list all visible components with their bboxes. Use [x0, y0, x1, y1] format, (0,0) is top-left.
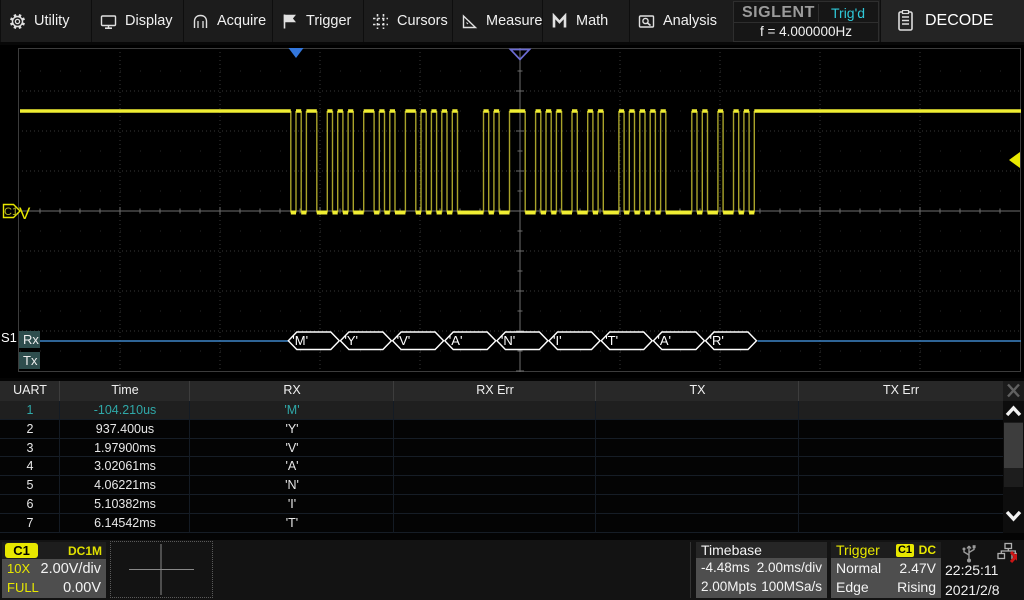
svg-text:'I': 'I': [553, 333, 562, 348]
svg-text:'Y': 'Y': [344, 333, 358, 348]
svg-text:S1: S1: [1, 330, 17, 345]
svg-text:Rx: Rx: [23, 332, 39, 347]
svg-text:'A': 'A': [449, 333, 463, 348]
svg-text:'N': 'N': [501, 333, 515, 348]
svg-text:'V': 'V': [397, 333, 411, 348]
svg-text:'R': 'R': [710, 333, 724, 348]
svg-text:C1: C1: [4, 206, 18, 218]
svg-text:'T': 'T': [605, 333, 618, 348]
svg-text:Tx: Tx: [23, 353, 38, 368]
svg-text:'M': 'M': [292, 333, 308, 348]
svg-text:'A': 'A': [657, 333, 671, 348]
svg-text:V: V: [19, 204, 31, 223]
